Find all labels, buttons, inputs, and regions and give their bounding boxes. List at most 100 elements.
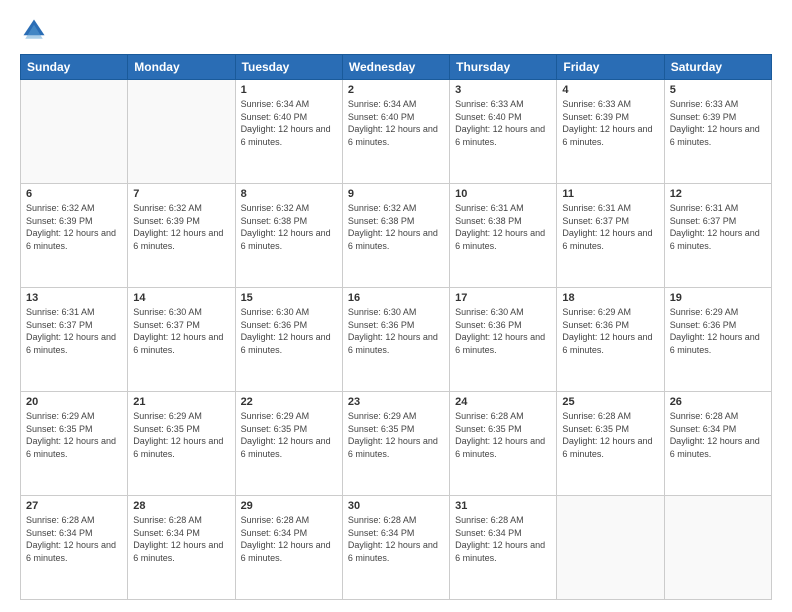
calendar-cell: 16 Sunrise: 6:30 AM Sunset: 6:36 PM Dayli… [342,288,449,392]
day-number: 2 [348,84,444,96]
day-info: Sunrise: 6:28 AM Sunset: 6:35 PM Dayligh… [455,410,551,460]
day-header-monday: Monday [128,55,235,80]
day-number: 11 [562,188,658,200]
day-info: Sunrise: 6:28 AM Sunset: 6:35 PM Dayligh… [562,410,658,460]
day-info: Sunrise: 6:29 AM Sunset: 6:35 PM Dayligh… [26,410,122,460]
day-number: 26 [670,396,766,408]
calendar-week-3: 13 Sunrise: 6:31 AM Sunset: 6:37 PM Dayli… [21,288,772,392]
day-number: 16 [348,292,444,304]
calendar-cell: 6 Sunrise: 6:32 AM Sunset: 6:39 PM Daylig… [21,184,128,288]
day-info: Sunrise: 6:34 AM Sunset: 6:40 PM Dayligh… [348,98,444,148]
day-info: Sunrise: 6:29 AM Sunset: 6:35 PM Dayligh… [133,410,229,460]
day-number: 31 [455,500,551,512]
day-info: Sunrise: 6:28 AM Sunset: 6:34 PM Dayligh… [348,514,444,564]
day-number: 22 [241,396,337,408]
calendar-cell: 28Sunrise: 6:28 AM Sunset: 6:34 PM Dayli… [128,496,235,600]
day-info: Sunrise: 6:28 AM Sunset: 6:34 PM Dayligh… [26,514,122,564]
calendar-cell: 5 Sunrise: 6:33 AM Sunset: 6:39 PM Daylig… [664,80,771,184]
calendar-cell: 29Sunrise: 6:28 AM Sunset: 6:34 PM Dayli… [235,496,342,600]
calendar-table: SundayMondayTuesdayWednesdayThursdayFrid… [20,54,772,600]
calendar-cell: 19Sunrise: 6:29 AM Sunset: 6:36 PM Dayli… [664,288,771,392]
calendar-cell: 2 Sunrise: 6:34 AM Sunset: 6:40 PM Daylig… [342,80,449,184]
day-number: 25 [562,396,658,408]
calendar-cell: 13 Sunrise: 6:31 AM Sunset: 6:37 PM Dayli… [21,288,128,392]
day-info: Sunrise: 6:28 AM Sunset: 6:34 PM Dayligh… [133,514,229,564]
logo-icon [20,16,48,44]
day-number: 10 [455,188,551,200]
calendar-cell: 10Sunrise: 6:31 AM Sunset: 6:38 PM Dayli… [450,184,557,288]
calendar-week-1: 1 Sunrise: 6:34 AM Sunset: 6:40 PM Daylig… [21,80,772,184]
day-info: Sunrise: 6:32 AM Sunset: 6:38 PM Dayligh… [241,202,337,252]
day-info: Sunrise: 6:29 AM Sunset: 6:36 PM Dayligh… [562,306,658,356]
day-info: Sunrise: 6:29 AM Sunset: 6:35 PM Dayligh… [348,410,444,460]
day-info: Sunrise: 6:32 AM Sunset: 6:38 PM Dayligh… [348,202,444,252]
day-header-wednesday: Wednesday [342,55,449,80]
day-number: 13 [26,292,122,304]
day-info: Sunrise: 6:28 AM Sunset: 6:34 PM Dayligh… [670,410,766,460]
day-number: 23 [348,396,444,408]
day-header-sunday: Sunday [21,55,128,80]
page: SundayMondayTuesdayWednesdayThursdayFrid… [0,0,792,612]
day-number: 15 [241,292,337,304]
calendar-cell: 25 Sunrise: 6:28 AM Sunset: 6:35 PM Dayli… [557,392,664,496]
day-info: Sunrise: 6:28 AM Sunset: 6:34 PM Dayligh… [241,514,337,564]
day-number: 21 [133,396,229,408]
header [20,16,772,44]
day-info: Sunrise: 6:30 AM Sunset: 6:36 PM Dayligh… [241,306,337,356]
calendar-cell: 9 Sunrise: 6:32 AM Sunset: 6:38 PM Daylig… [342,184,449,288]
calendar-cell: 20 Sunrise: 6:29 AM Sunset: 6:35 PM Dayli… [21,392,128,496]
day-number: 17 [455,292,551,304]
calendar-cell: 8 Sunrise: 6:32 AM Sunset: 6:38 PM Daylig… [235,184,342,288]
day-number: 1 [241,84,337,96]
day-number: 9 [348,188,444,200]
day-info: Sunrise: 6:32 AM Sunset: 6:39 PM Dayligh… [26,202,122,252]
calendar-cell: 22 Sunrise: 6:29 AM Sunset: 6:35 PM Dayli… [235,392,342,496]
day-number: 19 [670,292,766,304]
day-info: Sunrise: 6:32 AM Sunset: 6:39 PM Dayligh… [133,202,229,252]
calendar-cell: 27Sunrise: 6:28 AM Sunset: 6:34 PM Dayli… [21,496,128,600]
day-info: Sunrise: 6:33 AM Sunset: 6:40 PM Dayligh… [455,98,551,148]
calendar-cell: 31 Sunrise: 6:28 AM Sunset: 6:34 PM Dayli… [450,496,557,600]
day-number: 8 [241,188,337,200]
day-header-saturday: Saturday [664,55,771,80]
day-header-friday: Friday [557,55,664,80]
day-info: Sunrise: 6:33 AM Sunset: 6:39 PM Dayligh… [670,98,766,148]
day-info: Sunrise: 6:34 AM Sunset: 6:40 PM Dayligh… [241,98,337,148]
calendar-cell [557,496,664,600]
day-info: Sunrise: 6:31 AM Sunset: 6:37 PM Dayligh… [670,202,766,252]
day-number: 6 [26,188,122,200]
calendar-cell: 17 Sunrise: 6:30 AM Sunset: 6:36 PM Dayli… [450,288,557,392]
day-number: 30 [348,500,444,512]
day-number: 4 [562,84,658,96]
calendar-cell: 24 Sunrise: 6:28 AM Sunset: 6:35 PM Dayli… [450,392,557,496]
calendar-week-2: 6 Sunrise: 6:32 AM Sunset: 6:39 PM Daylig… [21,184,772,288]
calendar-cell: 21 Sunrise: 6:29 AM Sunset: 6:35 PM Dayli… [128,392,235,496]
calendar-cell: 12 Sunrise: 6:31 AM Sunset: 6:37 PM Dayli… [664,184,771,288]
day-info: Sunrise: 6:30 AM Sunset: 6:36 PM Dayligh… [348,306,444,356]
calendar-cell: 1 Sunrise: 6:34 AM Sunset: 6:40 PM Daylig… [235,80,342,184]
day-info: Sunrise: 6:30 AM Sunset: 6:36 PM Dayligh… [455,306,551,356]
calendar-cell: 11Sunrise: 6:31 AM Sunset: 6:37 PM Dayli… [557,184,664,288]
calendar-cell: 3 Sunrise: 6:33 AM Sunset: 6:40 PM Daylig… [450,80,557,184]
calendar-week-4: 20 Sunrise: 6:29 AM Sunset: 6:35 PM Dayli… [21,392,772,496]
day-number: 3 [455,84,551,96]
day-header-thursday: Thursday [450,55,557,80]
logo [20,16,52,44]
calendar-cell: 14Sunrise: 6:30 AM Sunset: 6:37 PM Dayli… [128,288,235,392]
day-number: 7 [133,188,229,200]
calendar-cell: 4Sunrise: 6:33 AM Sunset: 6:39 PM Daylig… [557,80,664,184]
day-number: 20 [26,396,122,408]
calendar-cell: 15 Sunrise: 6:30 AM Sunset: 6:36 PM Dayli… [235,288,342,392]
day-number: 24 [455,396,551,408]
day-header-tuesday: Tuesday [235,55,342,80]
calendar-cell: 18Sunrise: 6:29 AM Sunset: 6:36 PM Dayli… [557,288,664,392]
day-info: Sunrise: 6:28 AM Sunset: 6:34 PM Dayligh… [455,514,551,564]
day-number: 5 [670,84,766,96]
day-info: Sunrise: 6:31 AM Sunset: 6:37 PM Dayligh… [26,306,122,356]
calendar-week-5: 27Sunrise: 6:28 AM Sunset: 6:34 PM Dayli… [21,496,772,600]
day-info: Sunrise: 6:29 AM Sunset: 6:35 PM Dayligh… [241,410,337,460]
calendar-cell [664,496,771,600]
day-number: 12 [670,188,766,200]
day-number: 14 [133,292,229,304]
calendar-header-row: SundayMondayTuesdayWednesdayThursdayFrid… [21,55,772,80]
